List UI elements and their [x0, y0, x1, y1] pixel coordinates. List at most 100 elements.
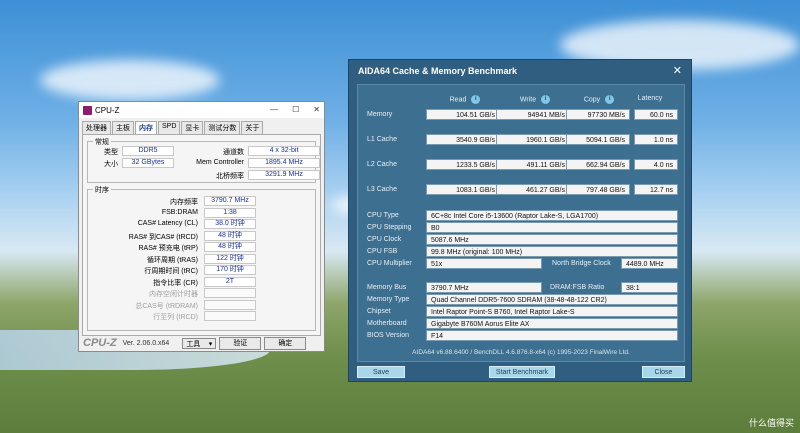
close-button[interactable]: Close: [642, 366, 685, 378]
nb-label: 北桥频率: [216, 173, 244, 180]
tab-memory[interactable]: 内存: [135, 121, 157, 134]
channels-label: 通道数: [223, 149, 244, 156]
bench-read-value: 1233.5 GB/s: [426, 159, 500, 170]
bench-latency-value: 12.7 ns: [634, 184, 678, 195]
info-icon[interactable]: i: [605, 95, 615, 104]
bios-label: BIOS Version: [367, 332, 410, 339]
tab-spd[interactable]: SPD: [158, 121, 181, 134]
bench-latency-value: 1.0 ns: [634, 134, 678, 145]
timing-value: 1:38: [204, 207, 256, 218]
bench-row-label: L3 Cache: [367, 186, 397, 193]
cpu-type-value: 6C+8c Intel Core i5-13600 (Raptor Lake-S…: [426, 210, 678, 221]
cpuz-brand: CPU-Z: [83, 337, 117, 349]
aida64-footer: AIDA64 v6.88.6400 / BenchDLL 4.6.876.8-x…: [412, 349, 630, 356]
nb-clock-label: North Bridge Clock: [552, 260, 611, 267]
cpu-clock-label: CPU Clock: [367, 236, 402, 243]
cpu-fsb-value: 99.8 MHz (original: 100 MHz): [426, 246, 678, 257]
cpu-clock-value: 5087.6 MHz: [426, 234, 678, 245]
general-group: 常规 类型 DDR5 大小 32 GBytes 通道数 4 x 32-bit M…: [87, 137, 320, 183]
timings-legend: 时序: [93, 185, 111, 195]
aida64-titlebar[interactable]: AIDA64 Cache & Memory Benchmark ✕: [349, 60, 691, 82]
chevron-down-icon: ▾: [208, 340, 213, 348]
cpuz-bottom-bar: CPU-Z Ver. 2.06.0.x64 工具 ▾ 验证 确定: [79, 335, 324, 351]
dram-ratio-value: 38:1: [621, 282, 678, 293]
bench-write-value: 491.11 GB/s: [496, 159, 570, 170]
bench-write-value: 94941 MB/s: [496, 109, 570, 120]
cpuz-logo-icon: [83, 105, 92, 115]
header-copy-label: Copy: [583, 96, 601, 104]
info-icon[interactable]: i: [471, 95, 481, 104]
bench-row-label: Memory: [367, 111, 393, 118]
dram-ratio-label: DRAM:FSB Ratio: [550, 284, 605, 291]
timing-value: 38.0 时钟: [204, 219, 256, 229]
save-button[interactable]: Save: [357, 366, 405, 378]
mem-bus-value: 3790.7 MHz: [426, 282, 542, 293]
aida64-window: AIDA64 Cache & Memory Benchmark ✕ Read i …: [348, 59, 692, 382]
cpuz-titlebar[interactable]: CPU-Z — ☐ ✕: [79, 102, 324, 118]
header-read-label: Read: [449, 96, 467, 104]
bench-copy-value: 662.94 GB/s: [566, 159, 630, 170]
bench-row-label: L1 Cache: [367, 136, 397, 143]
mem-type-label: Memory Type: [367, 296, 410, 303]
tools-label: 工具: [186, 340, 201, 348]
cpu-stepping-label: CPU Stepping: [367, 224, 412, 231]
cpuz-window: CPU-Z — ☐ ✕ 处理器 主板 内存 SPD 显卡 测试分数 关于 常规 …: [78, 101, 325, 352]
tab-graphics[interactable]: 显卡: [181, 121, 204, 134]
validate-button[interactable]: 验证: [219, 336, 262, 350]
start-benchmark-button[interactable]: Start Benchmark: [489, 366, 555, 378]
tab-about[interactable]: 关于: [241, 121, 264, 134]
cpu-mult-label: CPU Multiplier: [367, 260, 412, 267]
chipset-value: Intel Raptor Point-S B760, Intel Raptor …: [426, 306, 678, 317]
timing-label: 总CAS号 (tRDRAM): [135, 302, 198, 310]
mem-bus-label: Memory Bus: [367, 284, 407, 291]
maximize-icon[interactable]: ☐: [292, 105, 299, 114]
tools-button[interactable]: 工具 ▾: [182, 337, 217, 349]
timing-label: FSB:DRAM: [161, 208, 198, 216]
memctrl-label: Mem Controller: [196, 159, 244, 166]
type-value: DDR5: [122, 146, 174, 156]
bench-latency-value: 60.0 ns: [634, 109, 678, 120]
header-write-label: Write: [519, 96, 537, 104]
cpuz-title: CPU-Z: [95, 105, 120, 115]
timing-value: 3790.7 MHz: [204, 196, 256, 206]
bench-copy-value: 5094.1 GB/s: [566, 134, 630, 145]
type-label: 类型: [104, 149, 118, 156]
bench-copy-value: 797.48 GB/s: [566, 184, 630, 195]
minimize-icon[interactable]: —: [270, 105, 278, 114]
tab-bench[interactable]: 测试分数: [204, 121, 241, 134]
timing-label: 内存空闲计时器: [149, 291, 198, 298]
header-read: Read i: [428, 95, 502, 104]
header-write: Write i: [498, 95, 572, 104]
ok-button[interactable]: 确定: [264, 336, 307, 350]
timing-value: 2T: [204, 276, 256, 287]
general-legend: 常规: [93, 137, 111, 147]
cpu-stepping-value: B0: [426, 222, 678, 233]
watermark-text: 什么值得买: [748, 418, 794, 428]
header-latency: Latency: [637, 95, 663, 102]
bios-value: F14: [426, 330, 678, 341]
size-label: 大小: [104, 161, 118, 168]
tab-cpu[interactable]: 处理器: [82, 121, 111, 134]
close-icon[interactable]: ✕: [313, 105, 320, 114]
size-value: 32 GBytes: [122, 158, 174, 168]
close-icon[interactable]: ✕: [673, 64, 682, 77]
tab-mainboard[interactable]: 主板: [112, 121, 134, 134]
timing-label: RAS# 到CAS# (tRCD): [128, 233, 198, 241]
timing-value: 48 时钟: [204, 242, 256, 252]
chipset-label: Chipset: [367, 308, 391, 315]
bench-read-value: 1083.1 GB/s: [426, 184, 500, 195]
channels-value: 4 x 32-bit: [248, 146, 320, 156]
bench-copy-value: 97730 MB/s: [566, 109, 630, 120]
timing-label: 行周期时间 (tRC): [144, 268, 198, 275]
timing-value: 170 时钟: [204, 265, 256, 275]
timing-label: 指令比率 (CR): [153, 279, 198, 287]
motherboard-value: Gigabyte B760M Aorus Elite AX: [426, 318, 678, 329]
aida64-body: Read i Write i Copy i Latency Memory 104.51 …: [357, 84, 685, 362]
info-icon[interactable]: i: [541, 95, 551, 104]
memctrl-value: 1895.4 MHz: [248, 158, 320, 168]
bench-latency-value: 4.0 ns: [634, 159, 678, 170]
timing-label: CAS# Latency (CL): [137, 220, 198, 227]
cpuz-memory-panel: 常规 类型 DDR5 大小 32 GBytes 通道数 4 x 32-bit M…: [82, 134, 321, 336]
cpuz-version: Ver. 2.06.0.x64: [122, 339, 170, 347]
bench-read-value: 3540.9 GB/s: [426, 134, 500, 145]
